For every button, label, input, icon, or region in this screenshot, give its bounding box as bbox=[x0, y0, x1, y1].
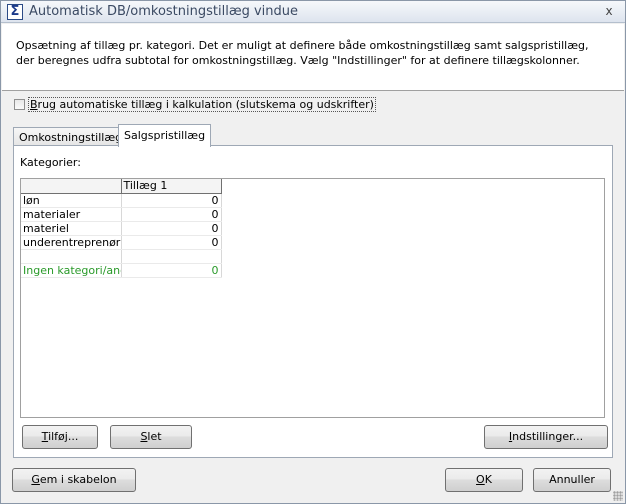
resize-grip-icon[interactable] bbox=[613, 491, 623, 501]
info-text: Opsætning af tillæg pr. kategori. Det er… bbox=[16, 39, 589, 67]
category-name[interactable]: underentreprenør bbox=[21, 235, 122, 250]
table-row[interactable]: løn 0 bbox=[21, 193, 222, 208]
tab-panel: Kategorier: Tillæg 1 løn 0 materialer 0 … bbox=[13, 145, 613, 458]
window-title: Automatisk DB/omkostningstillæg vindue bbox=[29, 4, 299, 19]
add-button[interactable]: Tilføj... bbox=[22, 425, 98, 449]
delete-button-label: let bbox=[147, 430, 162, 443]
auto-surcharge-label-text: rug automatiske tillæg i kalkulation (sl… bbox=[37, 98, 374, 111]
title-bar[interactable]: Σ Automatisk DB/omkostningstillæg vindue… bbox=[1, 1, 625, 23]
info-panel: Opsætning af tillæg pr. kategori. Det er… bbox=[2, 24, 624, 91]
category-grid[interactable]: Tillæg 1 løn 0 materialer 0 materiel 0 u… bbox=[20, 178, 605, 418]
close-icon[interactable]: x bbox=[601, 3, 617, 19]
surcharge-value[interactable]: 0 bbox=[121, 263, 222, 278]
header-row: Tillæg 1 bbox=[21, 179, 222, 194]
ok-button-label: K bbox=[484, 473, 492, 486]
categories-label: Kategorier: bbox=[20, 156, 81, 169]
mnemonic-b: B bbox=[30, 98, 38, 111]
save-template-button[interactable]: Gem i skabelon bbox=[12, 468, 136, 492]
tab-omkostningstillaeg[interactable]: Omkostningstillæg bbox=[13, 127, 129, 147]
category-name[interactable]: materiel bbox=[21, 221, 122, 236]
column-header-category[interactable] bbox=[21, 179, 122, 194]
delete-button[interactable]: Slet bbox=[110, 425, 192, 449]
category-name[interactable] bbox=[21, 249, 122, 264]
table-row[interactable]: Ingen kategori/anc 0 bbox=[21, 263, 222, 278]
mnemonic-o: O bbox=[476, 473, 485, 486]
settings-button[interactable]: Indstillinger... bbox=[484, 425, 608, 449]
save-template-label: em i skabelon bbox=[39, 473, 117, 486]
auto-surcharge-label[interactable]: Brug automatiske tillæg i kalkulation (s… bbox=[28, 97, 376, 112]
add-button-label: ilføj... bbox=[48, 430, 79, 443]
tab-strip: Omkostningstillæg Salgspristillæg bbox=[13, 124, 613, 147]
auto-surcharge-checkbox[interactable] bbox=[14, 99, 25, 110]
surcharge-value[interactable]: 0 bbox=[121, 221, 222, 236]
category-name[interactable]: Ingen kategori/anc bbox=[21, 263, 122, 278]
table-row[interactable]: materialer 0 bbox=[21, 207, 222, 222]
surcharge-value[interactable]: 0 bbox=[121, 235, 222, 250]
sigma-icon: Σ bbox=[7, 4, 23, 20]
column-header-tillaeg-1[interactable]: Tillæg 1 bbox=[121, 179, 222, 194]
surcharge-value[interactable]: 0 bbox=[121, 193, 222, 208]
category-name[interactable]: materialer bbox=[21, 207, 122, 222]
table-row[interactable]: materiel 0 bbox=[21, 221, 222, 236]
mnemonic-g: G bbox=[31, 473, 40, 486]
cancel-button[interactable]: Annuller bbox=[533, 468, 611, 492]
settings-button-label: ndstillinger... bbox=[512, 430, 584, 443]
table-row[interactable] bbox=[21, 249, 222, 264]
ok-button[interactable]: OK bbox=[445, 468, 523, 492]
tab-salgspristillaeg[interactable]: Salgspristillæg bbox=[118, 124, 212, 147]
dialog-window: Σ Automatisk DB/omkostningstillæg vindue… bbox=[0, 0, 626, 504]
category-name[interactable]: løn bbox=[21, 193, 122, 208]
table-row[interactable]: underentreprenør 0 bbox=[21, 235, 222, 250]
surcharge-value[interactable]: 0 bbox=[121, 207, 222, 222]
surcharge-value[interactable] bbox=[121, 249, 222, 264]
category-table: Tillæg 1 løn 0 materialer 0 materiel 0 u… bbox=[21, 179, 222, 278]
